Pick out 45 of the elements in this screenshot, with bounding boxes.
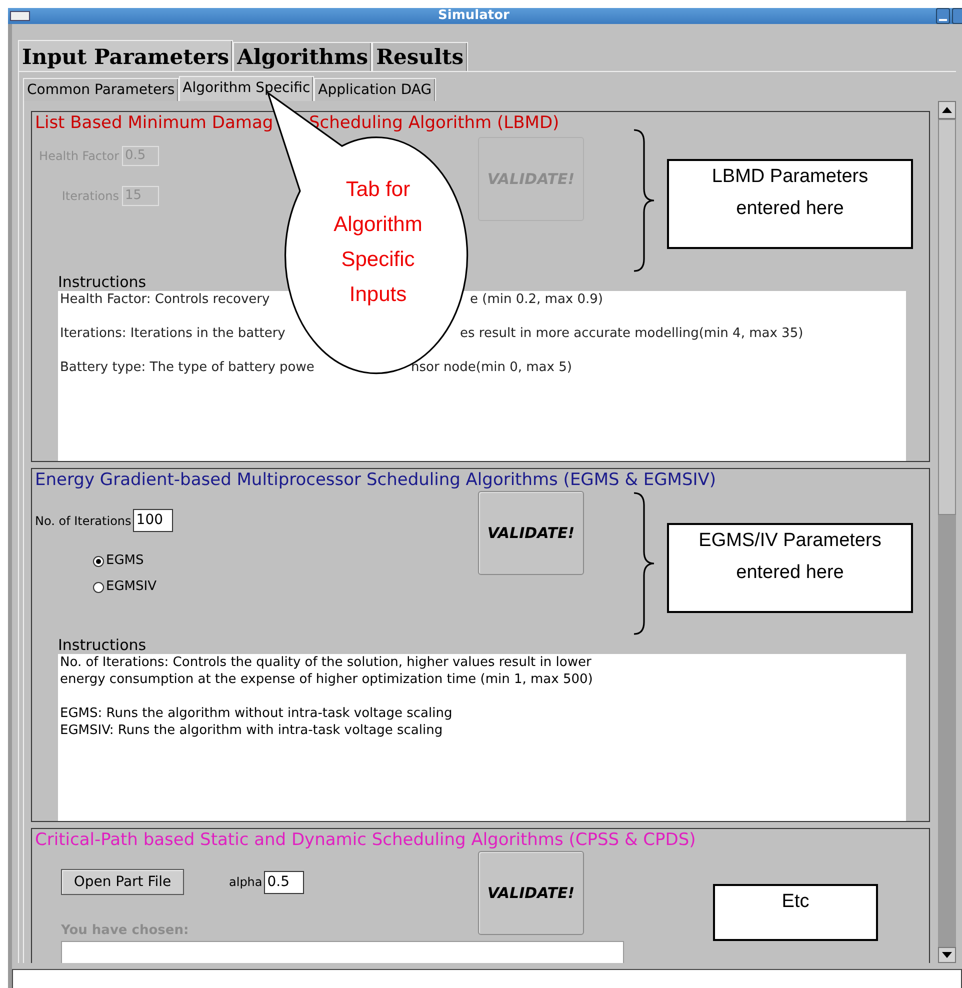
instruction-text: EGMSIV: Runs the algorithm with intra-task voltage scaling	[60, 722, 444, 739]
text-field[interactable]: 100	[133, 509, 174, 532]
text-field[interactable]: 0.5	[264, 870, 304, 894]
validate-button[interactable]: VALIDATE!	[478, 851, 584, 935]
instruction-text: energy consumption at the expense of higher optimization time (min 1, max 500)	[60, 671, 594, 688]
panel-title: Energy Gradient-based Multiprocessor Scheduling Algorithms (EGMS & EGMSIV)	[35, 469, 718, 491]
sub-tab[interactable]: Application DAG	[314, 78, 436, 101]
field-label: alpha	[229, 874, 262, 891]
main-tab[interactable]: Results	[372, 42, 468, 71]
field-label: No. of Iterations	[35, 512, 132, 530]
scrollbar[interactable]	[938, 101, 956, 963]
main-tab[interactable]: Algorithms	[233, 42, 372, 71]
chosen-file-field[interactable]	[61, 941, 624, 963]
radio-icon[interactable]	[93, 582, 104, 592]
instruction-text: Iterations: Iterations in the battery	[60, 326, 286, 342]
scroll-thumb[interactable]	[938, 119, 956, 515]
sub-tab[interactable]: Algorithm Specific	[178, 76, 314, 101]
minimize-button[interactable]	[936, 8, 950, 24]
instruction-text: EGMS: Runs the algorithm without intra-task voltage scaling	[60, 705, 454, 722]
scroll-up-button[interactable]	[938, 101, 956, 119]
open-file-button[interactable]: Open Part File	[61, 869, 184, 895]
radio-icon[interactable]	[93, 556, 104, 566]
panel-title: List Based Minimum Damag	[35, 112, 274, 134]
panel-title: Critical-Path based Static and Dynamic Scheduling Algorithms (CPSS & CPDS)	[35, 829, 697, 851]
instruction-text: e (min 0.2, max 0.9)	[470, 291, 603, 308]
annotation-note: Etc	[713, 884, 878, 941]
main-tab[interactable]: Input Parameters	[18, 40, 234, 71]
annotation-note: EGMS/IV Parameters entered here	[667, 522, 913, 612]
instruction-text: Health Factor: Controls recovery	[60, 292, 270, 308]
instruction-text: nsor node(min 0, max 5)	[411, 359, 572, 376]
radio-option[interactable]: EGMS	[93, 552, 478, 570]
radio-option[interactable]: EGMSIV	[93, 578, 478, 596]
instruction-text: es result in more accurate modelling(min 4, max 35)	[460, 325, 804, 342]
instruction-text: No. of Iterations: Controls the quality of the solution, higher values result in lower	[60, 654, 592, 671]
window-title: Simulator	[438, 7, 510, 26]
scroll-down-button[interactable]	[938, 947, 956, 963]
panel-title: Scheduling Algorithm (LBMD)	[309, 112, 560, 134]
validate-button[interactable]: VALIDATE!	[478, 491, 584, 575]
instructions-label: Instructions	[58, 273, 148, 292]
window-menu-icon[interactable]	[10, 11, 30, 21]
instructions-label: Instructions	[58, 636, 148, 654]
instruction-text: Battery type: The type of battery powe	[60, 360, 314, 376]
annotation-note: LBMD Parameters entered here	[667, 158, 913, 249]
callout-tooltip-text: Tab for Algorithm Specific Inputs	[332, 177, 424, 308]
sub-tab[interactable]: Common Parameters	[23, 78, 179, 101]
